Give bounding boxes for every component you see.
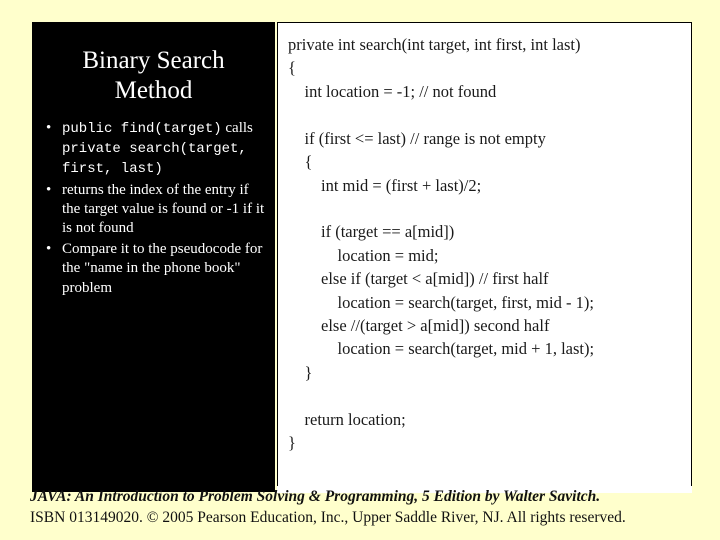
bullet-text: returns the index of the entry if the ta… (62, 181, 265, 237)
slide-canvas: Binary Search Method • public find(targe… (0, 0, 720, 540)
bullet-code-span-2: private search(target, first, last) (62, 140, 247, 177)
list-item: • returns the index of the entry if the … (40, 181, 267, 239)
code-panel: private int search(int target, int first… (277, 22, 692, 492)
footer-line-1: JAVA: An Introduction to Problem Solving… (30, 488, 601, 505)
page-title: Binary Search Method (82, 47, 225, 104)
bullet-marker: • (46, 120, 52, 136)
title-and-bullets-panel: Binary Search Method • public find(targe… (32, 22, 275, 492)
bullet-text: public find(target) calls private search… (62, 120, 253, 177)
code-block: private int search(int target, int first… (288, 35, 595, 453)
footer-line-2: ISBN 013149020. © 2005 Pearson Education… (30, 508, 626, 526)
bullet-code-span: public find(target) (62, 121, 222, 137)
bullet-list: • public find(target) calls private sear… (32, 119, 275, 298)
bullet-marker: • (46, 181, 52, 198)
bullet-text: Compare it to the pseudocode for the "na… (62, 241, 263, 296)
list-item: • Compare it to the pseudocode for the "… (40, 240, 267, 298)
footer-citation: JAVA: An Introduction to Problem Solving… (30, 487, 720, 528)
bullet-marker: • (46, 241, 52, 258)
bullet-plain-span: calls (221, 120, 253, 136)
list-item: • public find(target) calls private sear… (40, 119, 267, 179)
